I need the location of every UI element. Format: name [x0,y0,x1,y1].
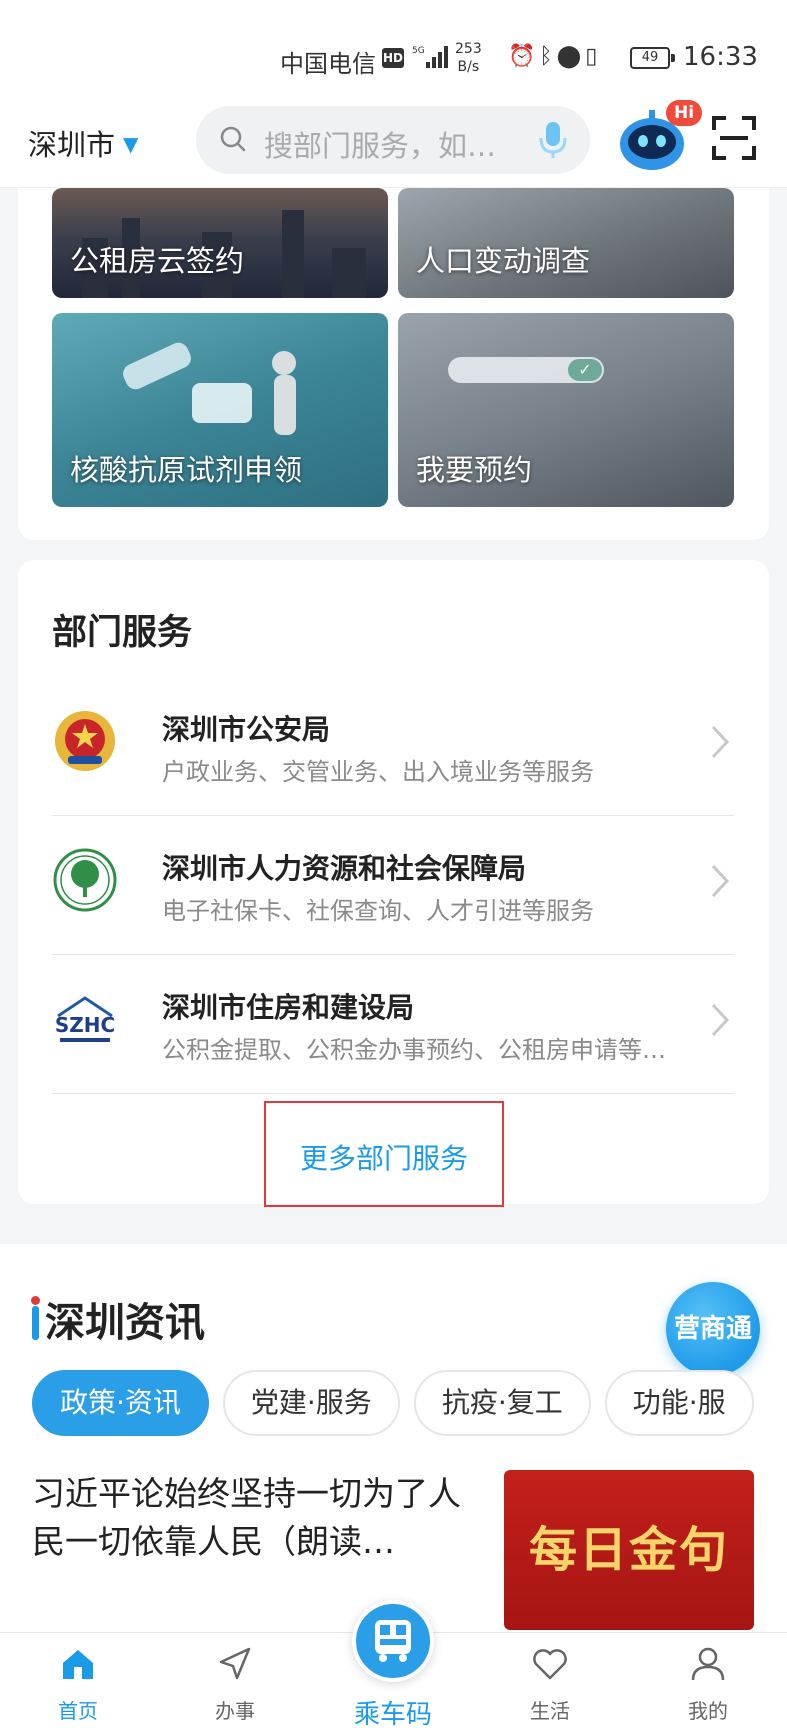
alarm-icon: ⏰ [508,44,540,69]
chevron-right-icon [711,1003,730,1037]
news-category-tabs: 政策·资讯 党建·服务 抗疫·复工 功能·服 [32,1370,762,1440]
status-bar: 中国电信 HD 5G 253 B/s ⏰ᛒ⬤▯ 49 16:33 [0,0,787,100]
location-icon: ⬤ [556,44,586,69]
speed-value: 253 [455,41,482,57]
clock: 16:33 [683,42,758,72]
tab-policy-news[interactable]: 政策·资讯 [32,1370,209,1436]
szhc-logo-icon: SZHC [55,996,115,1042]
vibrate-icon: ▯ [585,44,602,69]
section-title: 部门服务 [52,613,193,653]
tab-mine[interactable]: 我的 [648,1633,768,1732]
business-service-button[interactable]: 营商通 [666,1282,760,1376]
ride-code-button[interactable] [352,1600,434,1682]
hd-icon: HD [382,48,404,68]
network-speed: 253 B/s [455,40,482,76]
dept-name: 深圳市公安局 [162,713,331,746]
tile-make-appointment[interactable]: ✓ 我要预约 [398,313,734,507]
dept-name: 深圳市住房和建设局 [162,991,415,1024]
dept-item-housing-construction[interactable]: SZHC 深圳市住房和建设局 公积金提取、公积金办事预约、公租房申请等… [52,956,734,1094]
police-emblem-icon [55,711,115,771]
send-icon [219,1647,251,1680]
tile-test-kit-application[interactable]: 核酸抗原试剂申领 [52,313,388,507]
article-title[interactable]: 习近平论始终坚持一切为了人民一切依靠人民（朗读… [32,1470,482,1566]
dept-item-public-security[interactable]: 深圳市公安局 户政业务、交管业务、出入境业务等服务 [52,678,734,816]
chevron-down-icon: ▼ [123,132,139,156]
tree-emblem-icon [53,848,117,912]
ride-code-label: 乘车码 [353,1700,432,1730]
chevron-right-icon [711,864,730,898]
tab-life[interactable]: 生活 [490,1633,610,1732]
chevron-right-icon [711,725,730,759]
featured-services-card: 公租房云签约 人口变动调查 核酸抗原试剂申领 ✓ 我要预约 [18,160,769,540]
more-department-services-button[interactable]: 更多部门服务 [264,1101,504,1207]
check-icon: ✓ [568,359,602,381]
svg-text:SZHC: SZHC [55,1013,115,1037]
dept-description: 户政业务、交管业务、出入境业务等服务 [162,758,594,786]
department-services-card: 部门服务 深圳市公安局 户政业务、交管业务、出入境业务等服务 深圳市人力资源和社… [18,560,769,1207]
tile-label: 人口变动调查 [416,244,591,278]
thumbnail-text: 每日金句 [528,1522,729,1578]
tile-label: 我要预约 [416,453,533,487]
logo-mark-icon [31,1296,40,1340]
city-selector[interactable]: 深圳市 ▼ [28,122,138,164]
tile-public-housing-signing[interactable]: 公租房云签约 [52,188,388,298]
tile-label: 公租房云签约 [70,244,245,278]
tab-epidemic-work[interactable]: 抗疫·复工 [413,1370,591,1436]
news-logo: 深圳资讯 [31,1290,205,1348]
article-thumbnail[interactable]: 每日金句 [504,1470,754,1630]
search-placeholder: 搜部门服务，如… [264,129,497,163]
home-icon [63,1650,93,1679]
svg-text:5G: 5G [412,46,425,56]
speed-unit: B/s [457,59,480,75]
carrier-name: 中国电信 [280,50,376,78]
search-icon [220,126,246,152]
news-logo-text: 深圳资讯 [45,1300,205,1346]
scan-icon[interactable] [712,116,756,160]
dept-name: 深圳市人力资源和社会保障局 [162,852,527,885]
dept-description: 电子社保卡、社保查询、人才引进等服务 [162,897,594,925]
tab-functions[interactable]: 功能·服 [604,1370,754,1436]
microphone-icon[interactable] [536,120,570,160]
tab-services[interactable]: 办事 [175,1633,295,1732]
person-icon [691,1647,725,1681]
tab-label: 生活 [530,1699,570,1723]
tab-label: 首页 [58,1699,98,1723]
heart-icon [533,1649,567,1680]
tile-label: 核酸抗原试剂申领 [70,453,303,487]
signal-icon: 5G [412,46,448,68]
dept-item-human-resources[interactable]: 深圳市人力资源和社会保障局 电子社保卡、社保查询、人才引进等服务 [52,817,734,955]
city-label: 深圳市 [28,128,116,162]
hi-badge: Hi [666,100,702,126]
battery-icon: 49 [630,47,675,69]
tab-party-service[interactable]: 党建·服务 [222,1370,400,1436]
top-navigation: 深圳市 ▼ 搜部门服务，如… Hi [0,100,787,188]
status-icons: ⏰ᛒ⬤▯ [508,44,601,69]
bus-code-icon [375,1620,411,1662]
tile-population-survey[interactable]: 人口变动调查 [398,188,734,298]
bluetooth-icon: ᛒ [539,44,557,69]
tab-home[interactable]: 首页 [18,1633,138,1732]
dept-description: 公积金提取、公积金办事预约、公租房申请等… [162,1036,666,1064]
tab-label: 我的 [688,1699,728,1723]
tab-label: 办事 [215,1699,255,1723]
search-bar[interactable]: 搜部门服务，如… [196,106,590,174]
more-label: 更多部门服务 [299,1142,468,1175]
